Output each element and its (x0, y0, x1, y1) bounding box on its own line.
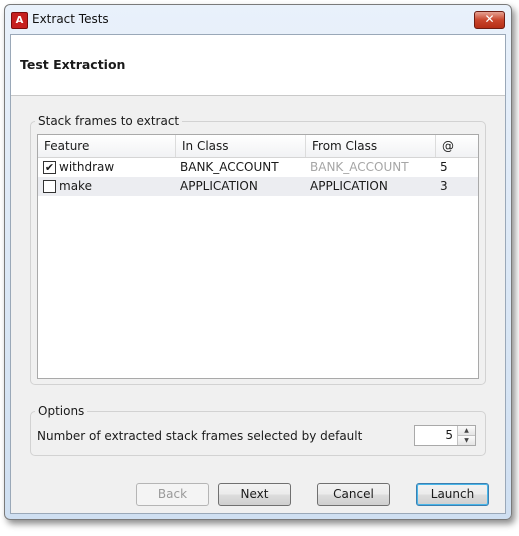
launch-button[interactable]: Launch (416, 483, 489, 506)
next-button[interactable]: Next (218, 483, 291, 506)
close-icon: ✕ (484, 12, 495, 26)
default-count-stepper[interactable]: 5 ▲ ▼ (414, 425, 476, 446)
cancel-button[interactable]: Cancel (317, 483, 390, 506)
row-feature: make (59, 179, 92, 193)
table-row[interactable]: make APPLICATION APPLICATION 3 (38, 177, 478, 196)
page-title: Test Extraction (20, 57, 126, 72)
stack-frames-table[interactable]: Feature In Class From Class @ ✔ withdraw… (37, 134, 479, 379)
column-header-in-class[interactable]: In Class (176, 135, 306, 157)
row-from-class: APPLICATION (310, 179, 388, 193)
row-in-class: APPLICATION (180, 179, 258, 193)
increment-button[interactable]: ▲ (458, 426, 475, 436)
default-count-label: Number of extracted stack frames selecte… (37, 429, 363, 443)
table-header: Feature In Class From Class @ (38, 135, 478, 158)
window-title: Extract Tests (32, 12, 109, 26)
row-checkbox[interactable] (43, 180, 56, 193)
stack-frames-legend: Stack frames to extract (35, 114, 183, 128)
column-header-feature[interactable]: Feature (38, 135, 176, 157)
column-header-from-class[interactable]: From Class (306, 135, 436, 157)
triangle-down-icon: ▼ (464, 437, 469, 444)
stepper-buttons: ▲ ▼ (457, 426, 475, 445)
row-feature: withdraw (59, 160, 115, 174)
table-row[interactable]: ✔ withdraw BANK_ACCOUNT BANK_ACCOUNT 5 (38, 158, 478, 177)
default-count-value[interactable]: 5 (445, 426, 453, 445)
dialog-window: A Extract Tests ✕ Test Extraction Stack … (4, 4, 512, 520)
decrement-button[interactable]: ▼ (458, 436, 475, 445)
back-button[interactable]: Back (136, 483, 209, 506)
app-logo-icon: A (11, 12, 28, 29)
row-from-class: BANK_ACCOUNT (310, 160, 409, 174)
row-in-class: BANK_ACCOUNT (180, 160, 279, 174)
close-button[interactable]: ✕ (474, 11, 505, 29)
column-header-line[interactable]: @ (436, 135, 478, 157)
title-bar[interactable]: A Extract Tests ✕ (5, 5, 511, 33)
options-legend: Options (35, 404, 88, 418)
row-checkbox[interactable]: ✔ (43, 161, 56, 174)
row-line: 5 (440, 160, 448, 174)
triangle-up-icon: ▲ (464, 427, 469, 434)
dialog-header: Test Extraction (11, 35, 505, 96)
dialog-body: Test Extraction Stack frames to extract … (10, 34, 506, 514)
row-line: 3 (440, 179, 448, 193)
